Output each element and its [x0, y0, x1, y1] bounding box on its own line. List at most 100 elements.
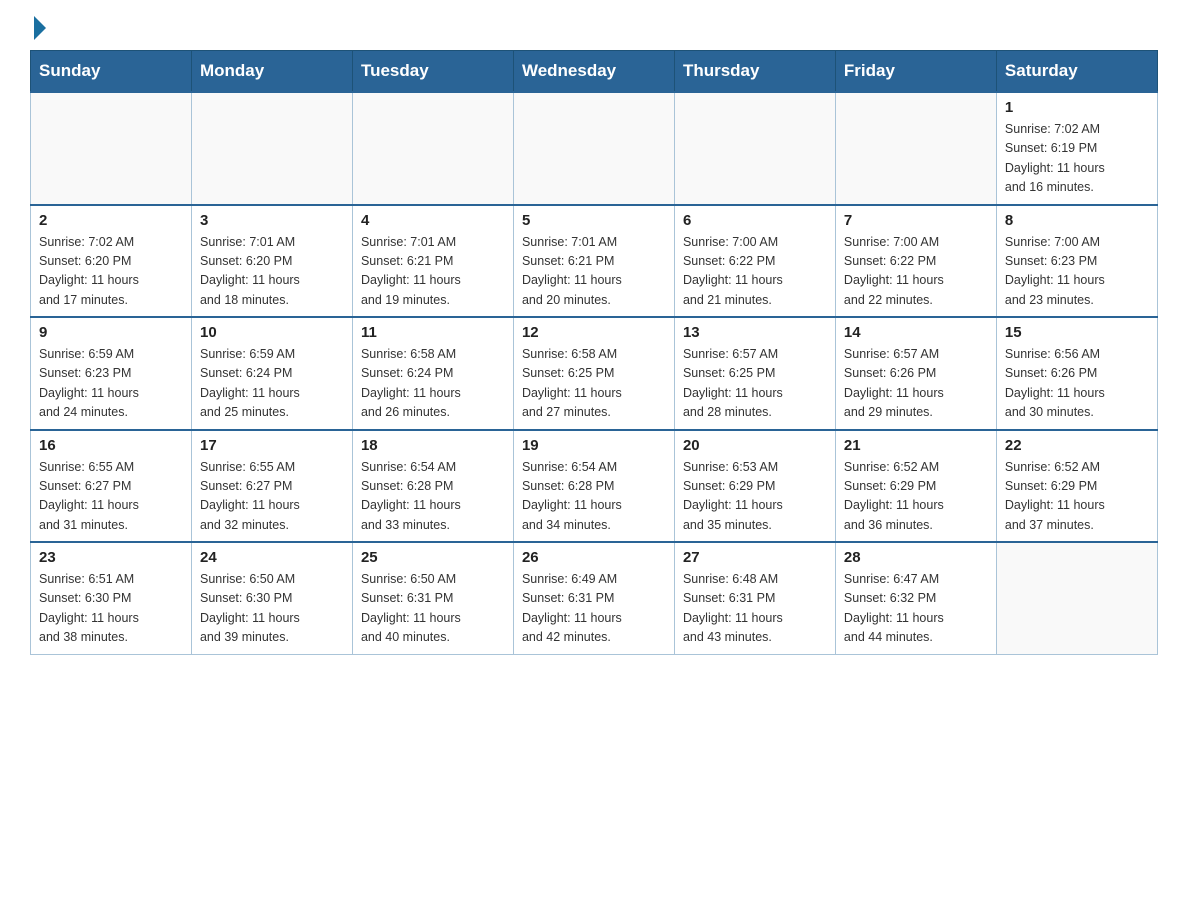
calendar-day-cell: 25 Sunrise: 6:50 AM Sunset: 6:31 PM Dayli…: [352, 542, 513, 654]
day-info: Sunrise: 7:01 AM Sunset: 6:21 PM Dayligh…: [361, 233, 505, 311]
calendar-day-cell: 1 Sunrise: 7:02 AM Sunset: 6:19 PM Daylig…: [996, 92, 1157, 205]
day-number: 28: [844, 549, 988, 566]
day-number: 4: [361, 212, 505, 229]
day-number: 3: [200, 212, 344, 229]
day-number: 23: [39, 549, 183, 566]
day-number: 2: [39, 212, 183, 229]
day-number: 6: [683, 212, 827, 229]
calendar-day-cell: 26 Sunrise: 6:49 AM Sunset: 6:31 PM Dayli…: [513, 542, 674, 654]
day-info: Sunrise: 7:01 AM Sunset: 6:21 PM Dayligh…: [522, 233, 666, 311]
calendar-day-cell: 23 Sunrise: 6:51 AM Sunset: 6:30 PM Dayli…: [31, 542, 192, 654]
day-number: 1: [1005, 99, 1149, 116]
day-info: Sunrise: 6:58 AM Sunset: 6:25 PM Dayligh…: [522, 345, 666, 423]
calendar-week-row: 9 Sunrise: 6:59 AM Sunset: 6:23 PM Daylig…: [31, 317, 1158, 430]
calendar-day-cell: 18 Sunrise: 6:54 AM Sunset: 6:28 PM Dayli…: [352, 430, 513, 543]
calendar-day-cell: [996, 542, 1157, 654]
calendar-day-cell: [191, 92, 352, 205]
calendar-day-cell: 14 Sunrise: 6:57 AM Sunset: 6:26 PM Dayli…: [835, 317, 996, 430]
day-info: Sunrise: 6:53 AM Sunset: 6:29 PM Dayligh…: [683, 458, 827, 536]
day-info: Sunrise: 6:56 AM Sunset: 6:26 PM Dayligh…: [1005, 345, 1149, 423]
day-info: Sunrise: 6:52 AM Sunset: 6:29 PM Dayligh…: [1005, 458, 1149, 536]
day-number: 27: [683, 549, 827, 566]
calendar-day-cell: [352, 92, 513, 205]
calendar-day-cell: 7 Sunrise: 7:00 AM Sunset: 6:22 PM Daylig…: [835, 205, 996, 318]
day-number: 26: [522, 549, 666, 566]
calendar-day-cell: 22 Sunrise: 6:52 AM Sunset: 6:29 PM Dayli…: [996, 430, 1157, 543]
day-info: Sunrise: 6:47 AM Sunset: 6:32 PM Dayligh…: [844, 570, 988, 648]
calendar-day-cell: 5 Sunrise: 7:01 AM Sunset: 6:21 PM Daylig…: [513, 205, 674, 318]
calendar-day-cell: 13Sunrise: 6:57 AM Sunset: 6:25 PM Dayli…: [674, 317, 835, 430]
day-info: Sunrise: 6:59 AM Sunset: 6:23 PM Dayligh…: [39, 345, 183, 423]
day-info: Sunrise: 6:49 AM Sunset: 6:31 PM Dayligh…: [522, 570, 666, 648]
day-number: 5: [522, 212, 666, 229]
calendar-day-cell: 8 Sunrise: 7:00 AM Sunset: 6:23 PM Daylig…: [996, 205, 1157, 318]
calendar-day-cell: 12 Sunrise: 6:58 AM Sunset: 6:25 PM Dayli…: [513, 317, 674, 430]
day-info: Sunrise: 7:00 AM Sunset: 6:22 PM Dayligh…: [844, 233, 988, 311]
day-info: Sunrise: 6:57 AM Sunset: 6:26 PM Dayligh…: [844, 345, 988, 423]
day-number: 18: [361, 437, 505, 454]
calendar-day-cell: 24 Sunrise: 6:50 AM Sunset: 6:30 PM Dayli…: [191, 542, 352, 654]
day-number: 24: [200, 549, 344, 566]
day-number: 9: [39, 324, 183, 341]
calendar-day-cell: 19Sunrise: 6:54 AM Sunset: 6:28 PM Dayli…: [513, 430, 674, 543]
calendar-day-cell: 21 Sunrise: 6:52 AM Sunset: 6:29 PM Dayli…: [835, 430, 996, 543]
day-info: Sunrise: 6:51 AM Sunset: 6:30 PM Dayligh…: [39, 570, 183, 648]
day-number: 11: [361, 324, 505, 341]
calendar-day-cell: 9 Sunrise: 6:59 AM Sunset: 6:23 PM Daylig…: [31, 317, 192, 430]
day-number: 13: [683, 324, 827, 341]
day-info: Sunrise: 7:02 AM Sunset: 6:20 PM Dayligh…: [39, 233, 183, 311]
day-info: Sunrise: 6:50 AM Sunset: 6:30 PM Dayligh…: [200, 570, 344, 648]
calendar-day-header: Wednesday: [513, 51, 674, 93]
calendar-day-header: Tuesday: [352, 51, 513, 93]
day-number: 20: [683, 437, 827, 454]
calendar-day-cell: 27 Sunrise: 6:48 AM Sunset: 6:31 PM Dayli…: [674, 542, 835, 654]
day-info: Sunrise: 6:52 AM Sunset: 6:29 PM Dayligh…: [844, 458, 988, 536]
day-info: Sunrise: 7:00 AM Sunset: 6:23 PM Dayligh…: [1005, 233, 1149, 311]
day-number: 25: [361, 549, 505, 566]
day-info: Sunrise: 7:00 AM Sunset: 6:22 PM Dayligh…: [683, 233, 827, 311]
calendar-week-row: 2 Sunrise: 7:02 AM Sunset: 6:20 PM Daylig…: [31, 205, 1158, 318]
logo: [30, 20, 46, 40]
calendar-day-header: Friday: [835, 51, 996, 93]
day-info: Sunrise: 6:55 AM Sunset: 6:27 PM Dayligh…: [200, 458, 344, 536]
calendar-day-cell: 4 Sunrise: 7:01 AM Sunset: 6:21 PM Daylig…: [352, 205, 513, 318]
calendar-day-cell: 20 Sunrise: 6:53 AM Sunset: 6:29 PM Dayli…: [674, 430, 835, 543]
day-number: 12: [522, 324, 666, 341]
day-number: 14: [844, 324, 988, 341]
calendar-day-cell: [674, 92, 835, 205]
calendar-day-cell: 2 Sunrise: 7:02 AM Sunset: 6:20 PM Daylig…: [31, 205, 192, 318]
calendar-day-header: Sunday: [31, 51, 192, 93]
calendar-day-header: Saturday: [996, 51, 1157, 93]
calendar-day-cell: 11 Sunrise: 6:58 AM Sunset: 6:24 PM Dayli…: [352, 317, 513, 430]
day-info: Sunrise: 6:55 AM Sunset: 6:27 PM Dayligh…: [39, 458, 183, 536]
day-number: 22: [1005, 437, 1149, 454]
calendar-day-cell: 28 Sunrise: 6:47 AM Sunset: 6:32 PM Dayli…: [835, 542, 996, 654]
calendar-day-cell: 16 Sunrise: 6:55 AM Sunset: 6:27 PM Dayli…: [31, 430, 192, 543]
calendar-day-cell: 3Sunrise: 7:01 AM Sunset: 6:20 PM Daylig…: [191, 205, 352, 318]
calendar-table: SundayMondayTuesdayWednesdayThursdayFrid…: [30, 50, 1158, 655]
calendar-day-cell: 17 Sunrise: 6:55 AM Sunset: 6:27 PM Dayli…: [191, 430, 352, 543]
day-info: Sunrise: 6:48 AM Sunset: 6:31 PM Dayligh…: [683, 570, 827, 648]
calendar-week-row: 16 Sunrise: 6:55 AM Sunset: 6:27 PM Dayli…: [31, 430, 1158, 543]
day-info: Sunrise: 6:50 AM Sunset: 6:31 PM Dayligh…: [361, 570, 505, 648]
calendar-day-cell: [31, 92, 192, 205]
calendar-day-cell: 6 Sunrise: 7:00 AM Sunset: 6:22 PM Daylig…: [674, 205, 835, 318]
day-info: Sunrise: 6:59 AM Sunset: 6:24 PM Dayligh…: [200, 345, 344, 423]
day-number: 17: [200, 437, 344, 454]
day-number: 15: [1005, 324, 1149, 341]
logo-arrow-icon: [34, 16, 46, 40]
calendar-day-cell: [835, 92, 996, 205]
day-number: 7: [844, 212, 988, 229]
calendar-week-row: 1 Sunrise: 7:02 AM Sunset: 6:19 PM Daylig…: [31, 92, 1158, 205]
calendar-day-header: Monday: [191, 51, 352, 93]
day-number: 21: [844, 437, 988, 454]
page-header: [30, 20, 1158, 40]
day-info: Sunrise: 6:58 AM Sunset: 6:24 PM Dayligh…: [361, 345, 505, 423]
calendar-day-header: Thursday: [674, 51, 835, 93]
day-number: 16: [39, 437, 183, 454]
day-info: Sunrise: 7:02 AM Sunset: 6:19 PM Dayligh…: [1005, 120, 1149, 198]
day-number: 8: [1005, 212, 1149, 229]
day-info: Sunrise: 6:54 AM Sunset: 6:28 PM Dayligh…: [361, 458, 505, 536]
calendar-day-cell: [513, 92, 674, 205]
calendar-header-row: SundayMondayTuesdayWednesdayThursdayFrid…: [31, 51, 1158, 93]
